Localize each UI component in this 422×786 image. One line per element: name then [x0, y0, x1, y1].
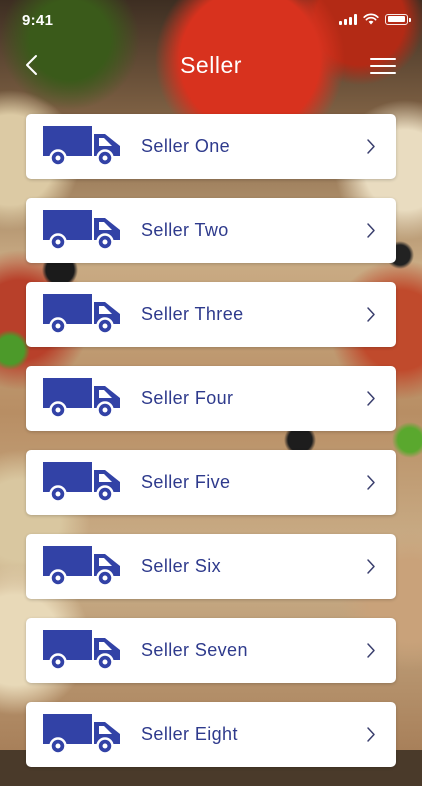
chevron-right-icon — [367, 307, 375, 322]
seller-name: Seller Seven — [141, 640, 248, 660]
truck-icon — [43, 294, 120, 335]
wifi-icon — [363, 13, 379, 25]
seller-name: Seller Five — [141, 472, 231, 492]
status-bar: 9:41 — [0, 0, 422, 40]
seller-row[interactable]: Seller Six — [26, 534, 396, 599]
truck-icon — [43, 126, 120, 167]
navigation-bar: Seller — [0, 40, 422, 92]
seller-row[interactable]: Seller Eight — [26, 702, 396, 767]
page-title: Seller — [180, 52, 242, 78]
seller-row[interactable]: Seller Four — [26, 366, 396, 431]
truck-icon — [43, 546, 120, 587]
seller-name: Seller Six — [141, 556, 222, 576]
battery-icon — [385, 13, 411, 25]
status-time: 9:41 — [22, 12, 54, 29]
seller-row[interactable]: Seller Five — [26, 450, 396, 515]
seller-row[interactable]: Seller Two — [26, 198, 396, 263]
seller-name: Seller One — [141, 136, 231, 156]
cellular-signal-icon — [339, 13, 357, 25]
truck-icon — [43, 630, 120, 671]
chevron-right-icon — [367, 391, 375, 406]
seller-row[interactable]: Seller One — [26, 114, 396, 179]
seller-row[interactable]: Seller Three — [26, 282, 396, 347]
chevron-right-icon — [367, 139, 375, 154]
hamburger-menu-icon[interactable] — [370, 56, 396, 76]
truck-icon — [43, 714, 120, 755]
seller-name: Seller Eight — [141, 724, 238, 744]
truck-icon — [43, 210, 120, 251]
seller-list: Seller One Seller Two Seller Three Selle… — [26, 114, 396, 786]
chevron-right-icon — [367, 475, 375, 490]
chevron-right-icon — [367, 559, 375, 574]
seller-name: Seller Three — [141, 304, 244, 324]
truck-icon — [43, 462, 120, 503]
chevron-right-icon — [367, 643, 375, 658]
seller-name: Seller Two — [141, 220, 229, 240]
seller-name: Seller Four — [141, 388, 234, 408]
status-icons — [339, 13, 411, 25]
chevron-right-icon — [367, 223, 375, 238]
chevron-right-icon — [367, 727, 375, 742]
seller-row[interactable]: Seller Seven — [26, 618, 396, 683]
truck-icon — [43, 378, 120, 419]
